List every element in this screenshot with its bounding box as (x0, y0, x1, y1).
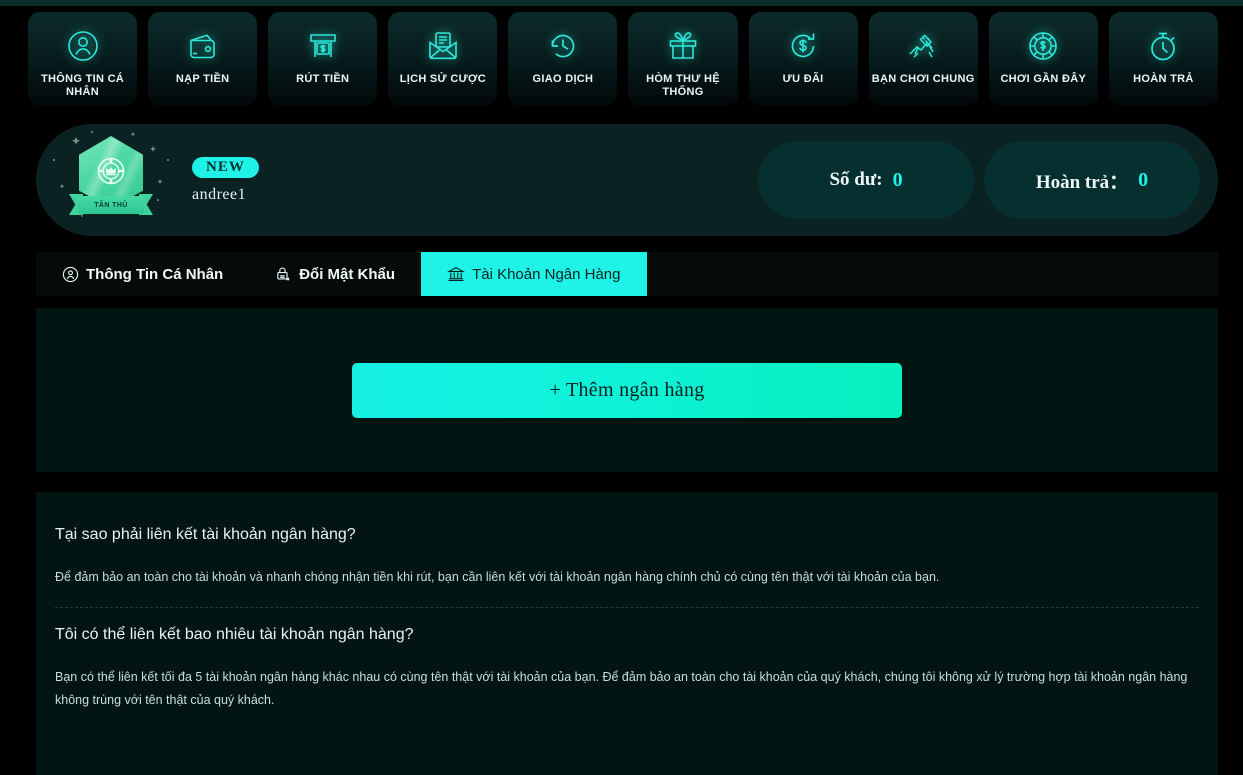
envelope-document-icon (423, 26, 463, 66)
faq-question: Tại sao phải liên kết tài khoản ngân hàn… (55, 526, 356, 543)
balance-group: Số dư: 0 Hoàn trả： 0 (758, 141, 1218, 219)
nav-tile-label: LỊCH SỬ CƯỢC (399, 73, 486, 85)
faq-answer: Bạn có thể liên kết tối đa 5 tài khoản n… (55, 670, 1188, 707)
account-page: THÔNG TIN CÁ NHÂN NẠP TIỀN RÚT TIỀN LỊCH… (0, 0, 1243, 775)
nav-tile-label: RÚT TIỀN (296, 73, 350, 85)
nav-tile-hoan-tra[interactable]: HOÀN TRẢ (1108, 12, 1218, 106)
nav-tile-ban-choi-chung[interactable]: BẠN CHƠI CHUNG (868, 12, 978, 106)
faq-question: Tôi có thể liên kết bao nhiêu tài khoản … (55, 626, 414, 643)
nav-tile-hom-thu-he-thong[interactable]: HÒM THƯ HỆ THỐNG (628, 12, 738, 106)
clock-history-icon (543, 26, 583, 66)
gift-icon (663, 26, 703, 66)
nav-tile-label: BẠN CHƠI CHUNG (871, 73, 975, 85)
bank-icon (447, 265, 466, 283)
balance-box[interactable]: Số dư: 0 (758, 141, 974, 219)
stopwatch-icon (1143, 26, 1183, 66)
nav-tile-giao-dich[interactable]: GIAO DỊCH (508, 12, 618, 106)
rank-badge: TÂN THỦ (36, 124, 186, 236)
rank-badge-art: TÂN THỦ (69, 136, 153, 228)
rank-ribbon: TÂN THỦ (69, 192, 153, 218)
crown-chip-icon (97, 157, 125, 185)
handshake-icon (903, 26, 943, 66)
nav-tile-label: THÔNG TIN CÁ NHÂN (41, 73, 125, 98)
lock-x-icon (275, 265, 292, 283)
bank-account-panel: + Thêm ngân hàng (36, 308, 1218, 472)
nav-tile-label: HÒM THƯ HỆ THỐNG (646, 73, 720, 98)
faq-divider (55, 607, 1199, 608)
faq-item: Tại sao phải liên kết tài khoản ngân hàn… (55, 526, 1199, 607)
nav-tile-thong-tin-ca-nhan[interactable]: THÔNG TIN CÁ NHÂN (28, 12, 138, 106)
account-tab-bar: Thông Tin Cá Nhân Đổi Mật Khẩu Tài Khoản… (36, 252, 1218, 296)
tab-label: Tài Khoản Ngân Hàng (472, 265, 621, 283)
nav-tile-lich-su-cuoc[interactable]: LỊCH SỬ CƯỢC (388, 12, 498, 106)
rank-ribbon-label: TÂN THỦ (94, 201, 128, 209)
user-identity: NEW andree1 (192, 156, 259, 204)
nav-tile-label: CHƠI GẦN ĐÂY (1000, 73, 1087, 85)
rebate-box[interactable]: Hoàn trả： 0 (984, 141, 1200, 219)
balance-label: Số dư: (829, 169, 883, 190)
nav-tile-label: GIAO DỊCH (532, 73, 594, 85)
atm-cash-icon (303, 26, 343, 66)
tab-label: Đổi Mật Khẩu (299, 265, 396, 283)
quick-nav-bar: THÔNG TIN CÁ NHÂN NẠP TIỀN RÚT TIỀN LỊCH… (28, 12, 1218, 106)
refund-dollar-icon (783, 26, 823, 66)
nav-tile-label: ƯU ĐÃI (782, 73, 824, 85)
new-badge: NEW (192, 156, 259, 178)
user-circle-icon (63, 26, 103, 66)
tab-doi-mat-khau[interactable]: Đổi Mật Khẩu (249, 252, 421, 296)
tab-tai-khoan-ngan-hang[interactable]: Tài Khoản Ngân Hàng (421, 252, 647, 296)
nav-tile-choi-gan-day[interactable]: CHƠI GẦN ĐÂY (988, 12, 1098, 106)
nav-tile-uu-dai[interactable]: ƯU ĐÃI (748, 12, 858, 106)
ribbon-body: TÂN THỦ (78, 196, 144, 214)
poker-chip-dollar-icon (1023, 26, 1063, 66)
rebate-value: 0 (1138, 168, 1149, 191)
faq-item: Tôi có thể liên kết bao nhiêu tài khoản … (55, 626, 1199, 730)
nav-tile-nap-tien[interactable]: NẠP TIỀN (148, 12, 258, 106)
nav-tile-label: HOÀN TRẢ (1133, 73, 1194, 85)
tab-thong-tin-ca-nhan[interactable]: Thông Tin Cá Nhân (36, 252, 249, 296)
nav-tile-rut-tien[interactable]: RÚT TIỀN (268, 12, 378, 106)
tab-label: Thông Tin Cá Nhân (86, 265, 224, 283)
nav-tile-label: NẠP TIỀN (175, 73, 230, 85)
top-accent-strip (0, 0, 1243, 6)
add-bank-button[interactable]: + Thêm ngân hàng (352, 362, 902, 418)
rebate-label: Hoàn trả： (1035, 171, 1129, 193)
profile-summary-card: TÂN THỦ NEW andree1 Số dư: 0 Hoàn trả： 0 (36, 124, 1218, 236)
faq-answer: Để đảm bảo an toàn cho tài khoản và nhan… (55, 570, 940, 584)
user-circle-icon (62, 266, 79, 283)
username-label: andree1 (192, 185, 247, 203)
wallet-icon (183, 26, 223, 66)
faq-panel: Tại sao phải liên kết tài khoản ngân hàn… (36, 492, 1218, 775)
balance-value: 0 (892, 168, 903, 191)
